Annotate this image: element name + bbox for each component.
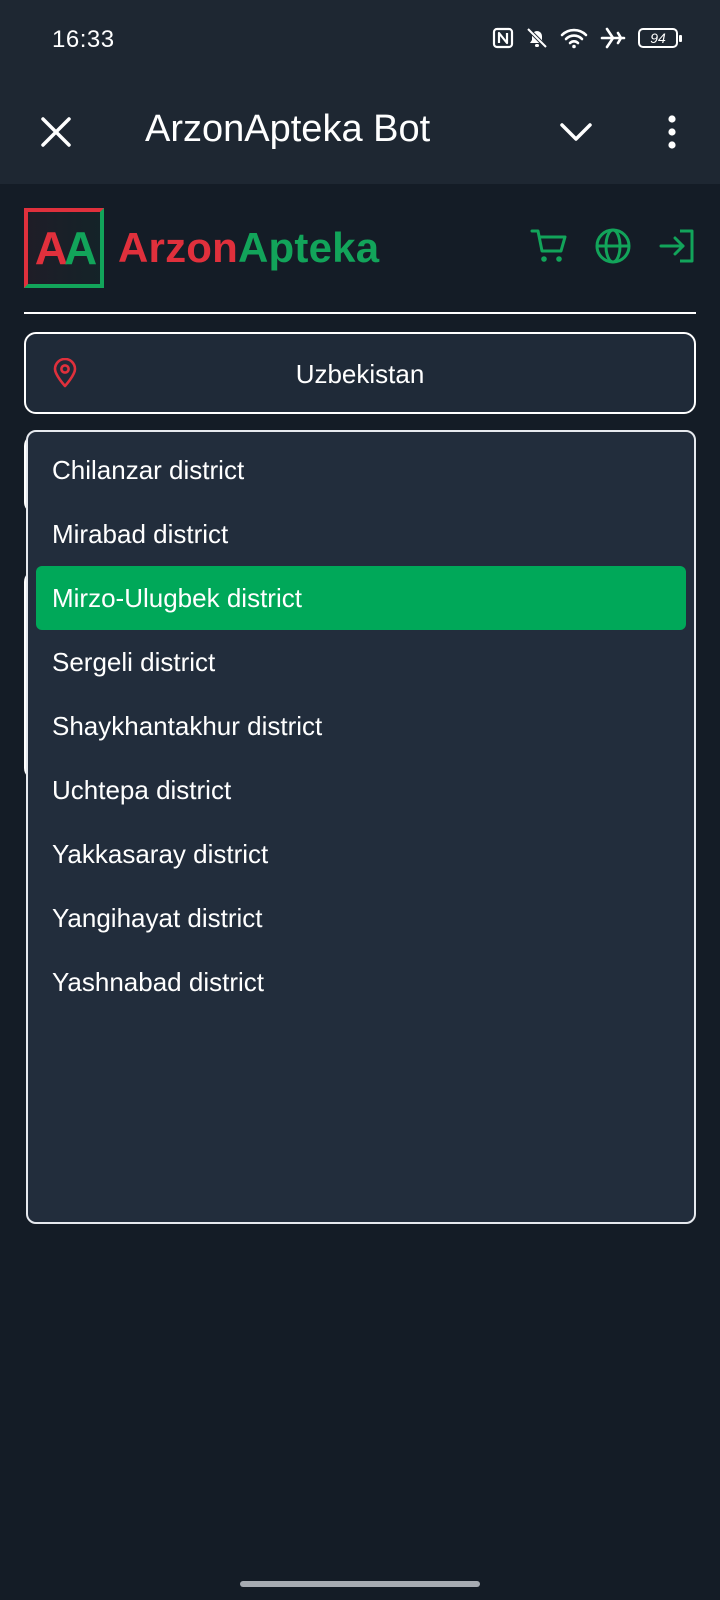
battery-icon: 94	[638, 28, 682, 48]
header-divider	[24, 312, 696, 314]
more-vert-icon	[668, 115, 676, 149]
collapse-button[interactable]	[550, 106, 602, 158]
app-title: ArzonApteka Bot	[145, 108, 431, 150]
login-icon	[659, 229, 694, 263]
home-indicator[interactable]	[240, 1581, 480, 1587]
status-bar: 16:33 94	[0, 0, 720, 84]
logo-mark[interactable]: AA	[24, 208, 104, 288]
district-option[interactable]: Mirabad district	[36, 502, 686, 566]
district-option[interactable]: Yashnabad district	[36, 950, 686, 1014]
chevron-down-icon	[560, 123, 592, 141]
header-actions	[530, 226, 696, 266]
district-option[interactable]: Sergeli district	[36, 630, 686, 694]
district-option[interactable]: Shaykhantakhur district	[36, 694, 686, 758]
battery-level: 94	[650, 30, 666, 46]
logo-mark-letter-2: A	[64, 222, 97, 274]
country-select[interactable]: Uzbekistan	[24, 332, 696, 414]
airplane-icon	[600, 27, 626, 49]
status-icons: 94	[492, 26, 682, 50]
more-options-button[interactable]	[646, 106, 698, 158]
cart-icon	[530, 229, 567, 262]
country-select-value: Uzbekistan	[295, 359, 425, 389]
district-option-selected[interactable]: Mirzo-Ulugbek district	[36, 566, 686, 630]
login-button[interactable]	[658, 226, 696, 266]
district-option[interactable]: Yangihayat district	[36, 886, 686, 950]
wifi-icon	[560, 27, 588, 49]
globe-icon	[595, 228, 631, 264]
district-option[interactable]: Uchtepa district	[36, 758, 686, 822]
language-button[interactable]	[594, 226, 632, 266]
logo-mark-letter-1: A	[34, 222, 68, 274]
site-header: AA ArzonApteka	[24, 208, 696, 288]
logo-text[interactable]: ArzonApteka	[118, 224, 379, 272]
web-content: AA ArzonApteka Uzbekistan Chilanzar dist…	[0, 184, 720, 1600]
district-dropdown: Chilanzar district Mirabad district Mirz…	[26, 430, 696, 1224]
district-option[interactable]: Yakkasaray district	[36, 822, 686, 886]
app-bar: ArzonApteka Bot	[0, 84, 720, 184]
nfc-icon	[492, 27, 514, 49]
logo-text-arzon: Arzon	[118, 224, 238, 271]
logo-text-apteka: Apteka	[238, 224, 380, 271]
close-icon	[41, 117, 71, 147]
district-option[interactable]: Chilanzar district	[36, 438, 686, 502]
status-time: 16:33	[52, 26, 115, 53]
close-button[interactable]	[30, 106, 82, 158]
cart-button[interactable]	[530, 226, 568, 266]
bell-off-icon	[526, 26, 548, 50]
